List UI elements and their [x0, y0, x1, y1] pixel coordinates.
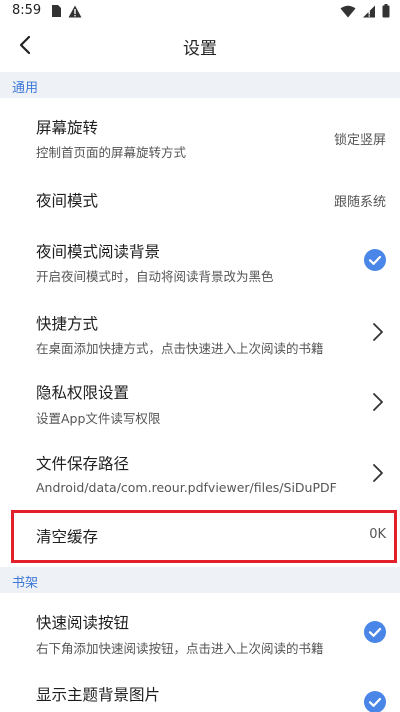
- setting-theme-bg-image[interactable]: 显示主题背景图片: [0, 673, 400, 712]
- page-title: 设置: [183, 39, 217, 59]
- setting-night-reading-bg[interactable]: 夜间模式阅读背景 开启夜间模式时，自动将阅读背景改为黑色: [0, 224, 400, 296]
- setting-title: 夜间模式: [36, 192, 99, 210]
- check-circle-icon[interactable]: [364, 621, 386, 643]
- setting-shortcut[interactable]: 快捷方式 在桌面添加快捷方式，点击快速进入上次阅读的书籍: [0, 296, 400, 368]
- app-bar: 设置: [0, 24, 400, 66]
- setting-title: 快速阅读按钮: [36, 614, 130, 632]
- signal-icon: [363, 5, 375, 17]
- setting-screen-rotation[interactable]: 屏幕旋转 控制首页面的屏幕旋转方式 锁定竖屏: [0, 98, 400, 176]
- setting-subtitle: 控制首页面的屏幕旋转方式: [36, 145, 187, 160]
- setting-quick-read-button[interactable]: 快速阅读按钮 右下角添加快速阅读按钮，点击进入上次阅读的书籍: [0, 593, 400, 673]
- setting-title: 屏幕旋转: [36, 119, 99, 137]
- chevron-right-icon: [373, 323, 383, 341]
- setting-title: 显示主题背景图片: [36, 686, 161, 704]
- alert-icon: [68, 5, 82, 17]
- status-left-icons: [50, 4, 82, 18]
- highlight-box: [11, 510, 397, 563]
- section-header-bookshelf: 书架: [0, 567, 400, 593]
- wifi-icon: [340, 5, 356, 17]
- chevron-right-icon: [373, 464, 383, 482]
- section-title-general: 通用: [12, 81, 39, 96]
- status-right-icons: [340, 4, 390, 18]
- setting-value: 跟随系统: [333, 195, 386, 210]
- section-header-general: 通用: [0, 72, 400, 98]
- check-circle-icon[interactable]: [364, 249, 386, 271]
- setting-night-mode[interactable]: 夜间模式 跟随系统: [0, 176, 400, 224]
- setting-privacy[interactable]: 隐私权限设置 设置App文件读写权限: [0, 368, 400, 440]
- setting-subtitle: 右下角添加快速阅读按钮，点击进入上次阅读的书籍: [36, 641, 324, 656]
- setting-title: 文件保存路径: [36, 455, 130, 473]
- setting-title: 夜间模式阅读背景: [36, 243, 161, 261]
- section-title-bookshelf: 书架: [12, 576, 39, 591]
- setting-title: 快捷方式: [36, 315, 99, 333]
- setting-subtitle: Android/data/com.reour.pdfviewer/files/S…: [36, 480, 337, 495]
- battery-icon: [382, 4, 390, 18]
- setting-save-path[interactable]: 文件保存路径 Android/data/com.reour.pdfviewer/…: [0, 440, 400, 510]
- setting-title: 隐私权限设置: [36, 384, 130, 402]
- sim-icon: [52, 5, 61, 17]
- setting-subtitle: 在桌面添加快捷方式，点击快速进入上次阅读的书籍: [36, 341, 324, 356]
- setting-value: 锁定竖屏: [333, 133, 386, 148]
- check-circle-icon[interactable]: [364, 691, 386, 712]
- status-bar: 8:59: [0, 0, 400, 24]
- setting-subtitle: 开启夜间模式时，自动将阅读背景改为黑色: [36, 269, 274, 284]
- status-time: 8:59: [12, 3, 42, 18]
- setting-subtitle: 设置App文件读写权限: [36, 411, 161, 426]
- chevron-right-icon: [373, 393, 383, 411]
